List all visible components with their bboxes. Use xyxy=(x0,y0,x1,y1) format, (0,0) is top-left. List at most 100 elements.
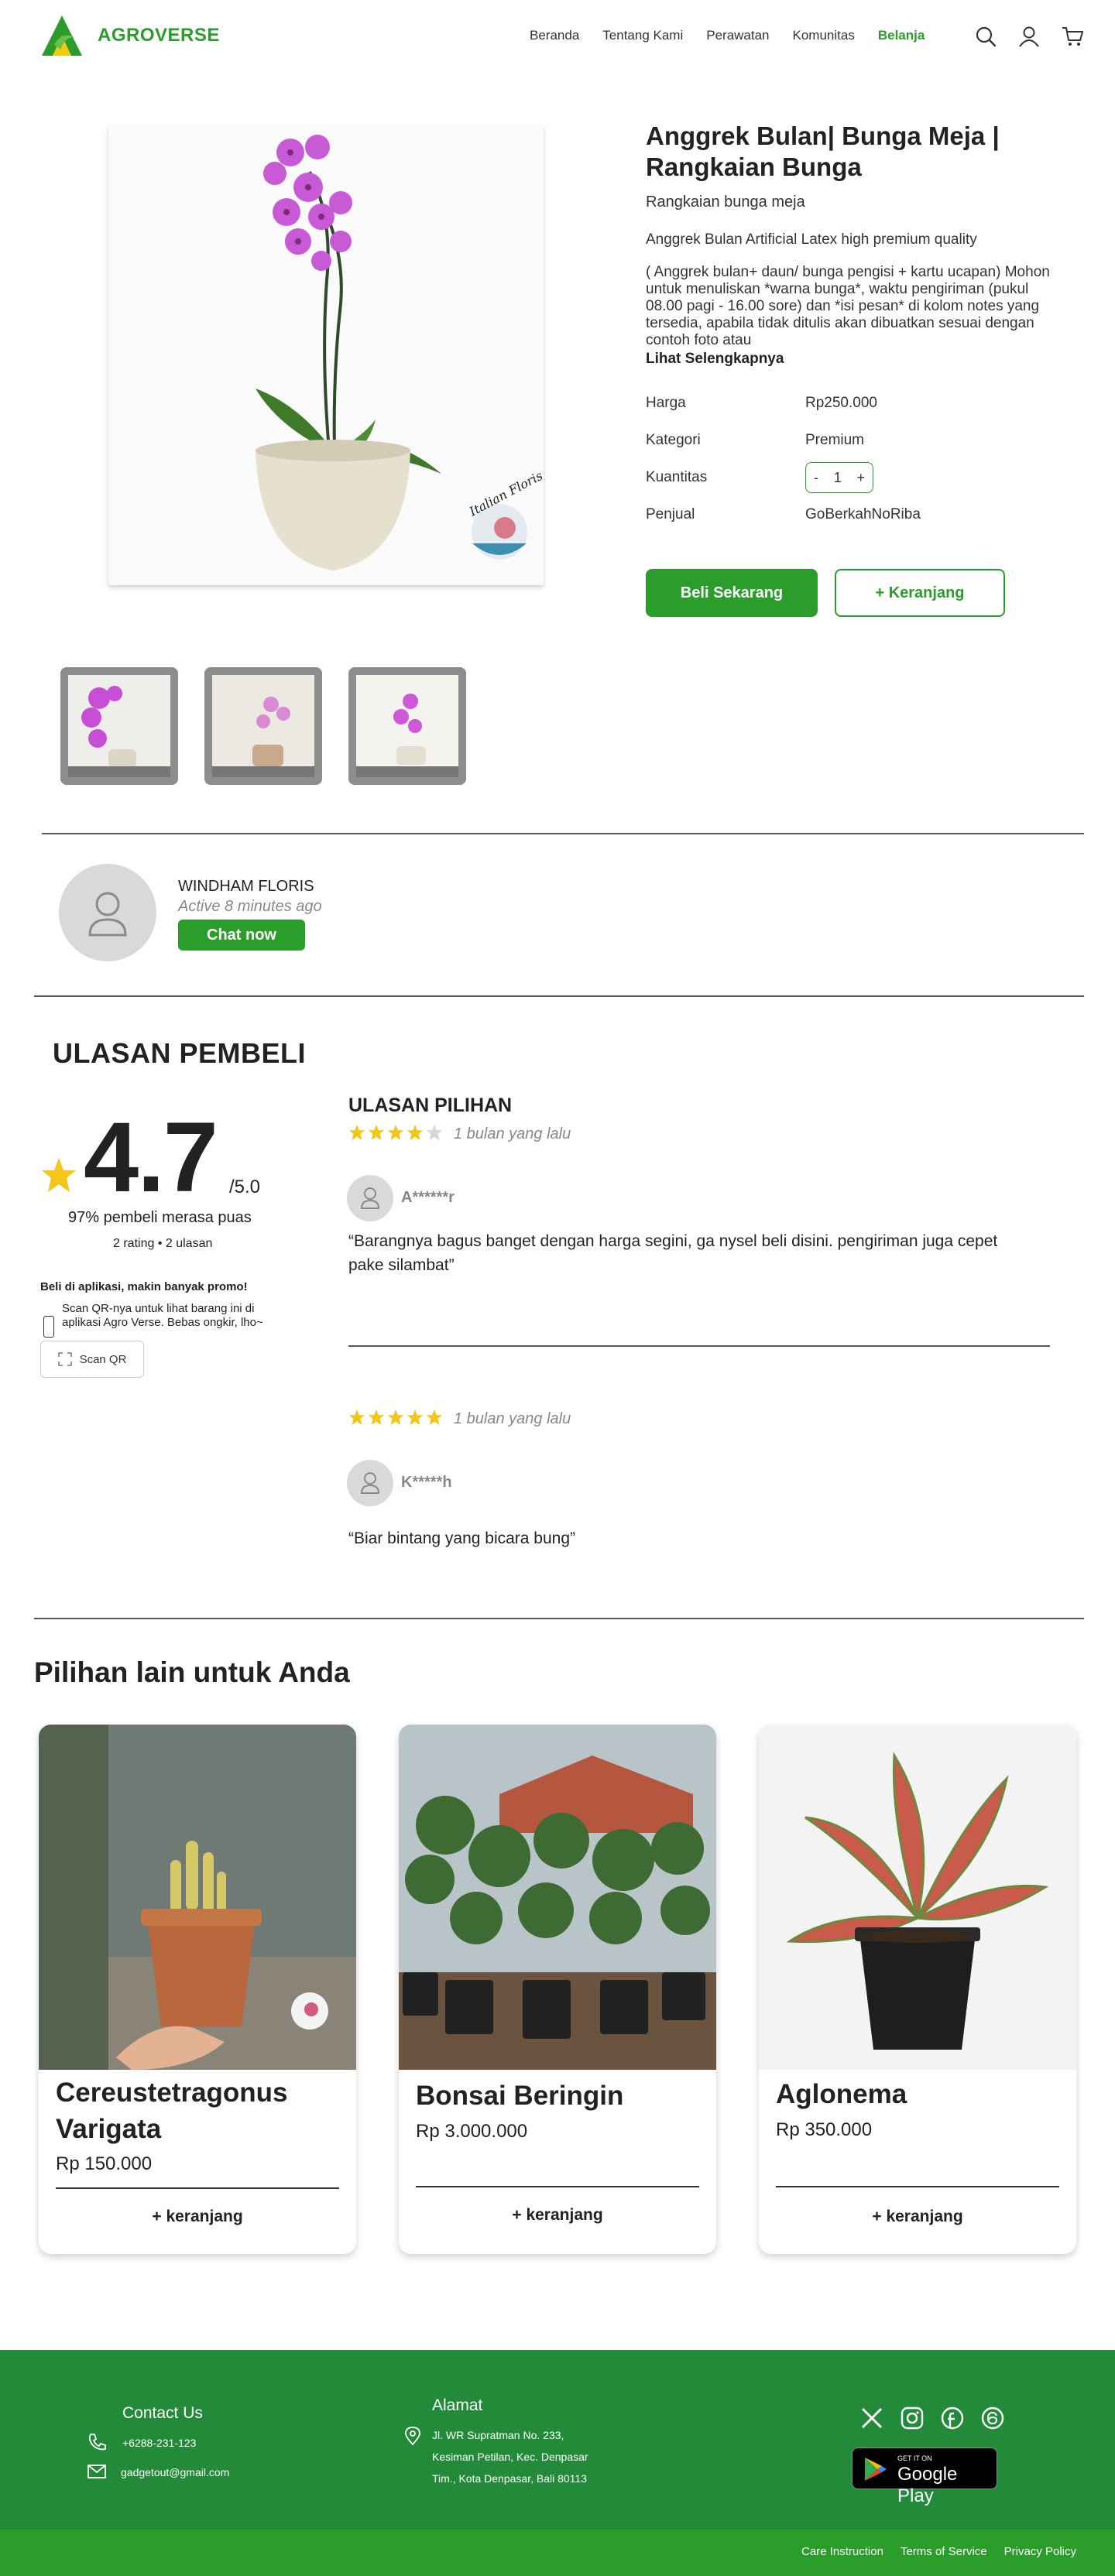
qty-value[interactable]: 1 xyxy=(834,470,842,486)
cart-icon[interactable] xyxy=(1061,25,1084,48)
thumbnail-3[interactable] xyxy=(348,667,466,785)
review-2-avatar xyxy=(347,1460,393,1506)
divider xyxy=(348,1345,1050,1347)
seller-value[interactable]: GoBerkahNoRiba xyxy=(805,506,921,523)
add-to-cart-button[interactable]: + keranjang xyxy=(759,2208,1076,2226)
privacy-policy-link[interactable]: Privacy Policy xyxy=(1004,2545,1076,2558)
nav-belanja[interactable]: Belanja xyxy=(878,28,925,43)
price-value: Rp250.000 xyxy=(805,395,877,411)
product-info: Anggrek Bulan| Bunga Meja | Rangkaian Bu… xyxy=(646,121,1064,617)
contact-email[interactable]: gadgetout@gmail.com xyxy=(121,2461,229,2483)
product-specs: Harga Rp250.000 Kategori Premium Kuantitas… xyxy=(646,385,1064,533)
nav-perawatan[interactable]: Perawatan xyxy=(706,28,769,43)
footer-links: Care Instruction Terms of Service Privac… xyxy=(784,2545,1076,2558)
card-divider xyxy=(56,2187,339,2189)
spec-category: Kategori Premium xyxy=(646,422,1064,459)
add-to-cart-button[interactable]: + keranjang xyxy=(399,2206,716,2225)
qty-plus-button[interactable]: + xyxy=(857,470,866,486)
logo[interactable]: AGROVERSE xyxy=(39,14,220,57)
product-card-image xyxy=(399,1725,716,2070)
product-card-cactus[interactable]: Cereustetragonus Varigata Rp 150.000 + k… xyxy=(39,1725,356,2254)
chat-now-button[interactable]: Chat now xyxy=(178,920,305,951)
address-line-2: Kesiman Petilan, Kec. Denpasar xyxy=(432,2451,588,2463)
review-1-text: “Barangnya bagus banget dengan harga seg… xyxy=(348,1232,998,1274)
agroverse-logo-icon xyxy=(42,15,82,56)
buy-now-button[interactable]: Beli Sekarang xyxy=(646,569,818,617)
divider xyxy=(42,833,1084,834)
reviews-heading: ULASAN PEMBELI xyxy=(53,1037,307,1069)
user-icon[interactable] xyxy=(1017,25,1041,48)
product-card-name: Bonsai Beringin xyxy=(416,2081,624,2111)
spec-quantity: Kuantitas - 1 + xyxy=(646,459,1064,496)
seller-name: WINDHAM FLORIS xyxy=(178,878,314,895)
scan-qr-button[interactable]: Scan QR xyxy=(40,1341,144,1378)
divider xyxy=(34,1618,1084,1619)
category-label: Kategori xyxy=(646,432,701,448)
rating-count: 2 rating xyxy=(113,1237,155,1250)
threads-icon[interactable] xyxy=(980,2406,1005,2430)
seller-label: Penjual xyxy=(646,506,695,522)
review-1-name: A******r xyxy=(401,1189,455,1206)
nav-komunitas[interactable]: Komunitas xyxy=(793,28,855,43)
add-to-cart-button[interactable]: + Keranjang xyxy=(835,569,1005,617)
add-to-cart-button[interactable]: + keranjang xyxy=(39,2208,356,2226)
contact-phone[interactable]: +6288-231-123 xyxy=(122,2432,196,2454)
rating-max: /5.0 xyxy=(229,1177,261,1197)
product-card-aglonema[interactable]: Aglonema Rp 350.000 + keranjang xyxy=(759,1725,1076,2254)
card-divider xyxy=(416,2186,699,2187)
product-title: Anggrek Bulan| Bunga Meja | Rangkaian Bu… xyxy=(646,122,1000,181)
search-icon[interactable] xyxy=(974,25,997,48)
product-desc-detail: ( Anggrek bulan+ daun/ bunga pengisi + k… xyxy=(646,264,1050,348)
star-filled-icon xyxy=(387,1409,404,1426)
quantity-stepper: - 1 + xyxy=(805,462,873,493)
product-desc-summary: Anggrek Bulan Artificial Latex high prem… xyxy=(646,231,977,248)
review-1-avatar xyxy=(347,1175,393,1221)
google-play-icon xyxy=(865,2458,887,2481)
brand-name: AGROVERSE xyxy=(98,25,220,46)
orchid-image: Italian Floris xyxy=(108,125,545,585)
seller-avatar[interactable] xyxy=(59,864,156,961)
facebook-icon[interactable] xyxy=(940,2406,965,2430)
star-filled-icon xyxy=(368,1124,385,1141)
gplay-small-text: GET IT ON xyxy=(897,2454,932,2462)
review-1-time: 1 bulan yang lalu xyxy=(454,1125,571,1142)
star-filled-icon xyxy=(407,1124,424,1141)
google-play-badge[interactable]: GET IT ON Google Play xyxy=(852,2448,997,2506)
site-header: AGROVERSE Beranda Tentang Kami Perawatan… xyxy=(0,0,1115,74)
product-card-image xyxy=(39,1725,356,2070)
product-card-image xyxy=(759,1725,1076,2070)
spec-price: Harga Rp250.000 xyxy=(646,385,1064,422)
header-icons xyxy=(974,25,1104,48)
phone-icon xyxy=(43,1316,54,1338)
product-card-name: Aglonema xyxy=(776,2079,907,2109)
price-label: Harga xyxy=(646,395,686,411)
address-line-1: Jl. WR Supratman No. 233, xyxy=(432,2429,564,2441)
thumbnail-1[interactable] xyxy=(60,667,178,785)
x-icon[interactable] xyxy=(859,2406,884,2430)
nav-tentang-kami[interactable]: Tentang Kami xyxy=(602,28,683,43)
product-page: AGROVERSE Beranda Tentang Kami Perawatan… xyxy=(0,0,1115,2576)
star-icon xyxy=(42,1158,76,1192)
terms-of-service-link[interactable]: Terms of Service xyxy=(901,2545,987,2558)
qty-minus-button[interactable]: - xyxy=(814,470,818,486)
satisfaction-text: 97% pembeli merasa puas xyxy=(68,1209,252,1226)
card-divider xyxy=(776,2186,1059,2187)
mail-icon xyxy=(87,2465,106,2478)
product-card-bonsai[interactable]: Bonsai Beringin Rp 3.000.000 + keranjang xyxy=(399,1725,716,2254)
product-subtitle: Rangkaian bunga meja xyxy=(646,194,805,211)
instagram-icon[interactable] xyxy=(900,2406,925,2430)
social-links xyxy=(859,2406,1021,2430)
review-2-name: K*****h xyxy=(401,1474,452,1491)
product-card-name: Cereustetragonus Varigata xyxy=(56,2078,288,2144)
see-more-link[interactable]: Lihat Selengkapnya xyxy=(646,351,1064,368)
review-2-stars xyxy=(348,1409,445,1426)
thumbnail-2[interactable] xyxy=(204,667,322,785)
address-line-3: Tim., Kota Denpasar, Bali 80113 xyxy=(432,2472,587,2485)
app-promo-text: Scan QR-nya untuk lihat barang ini di ap… xyxy=(62,1302,263,1329)
review-1-stars xyxy=(348,1124,445,1141)
address-title: Alamat xyxy=(432,2396,483,2414)
seller-status: Active 8 minutes ago xyxy=(178,898,322,915)
product-main-image[interactable]: Italian Floris xyxy=(108,125,545,585)
nav-beranda[interactable]: Beranda xyxy=(530,28,579,43)
care-instruction-link[interactable]: Care Instruction xyxy=(801,2545,883,2558)
